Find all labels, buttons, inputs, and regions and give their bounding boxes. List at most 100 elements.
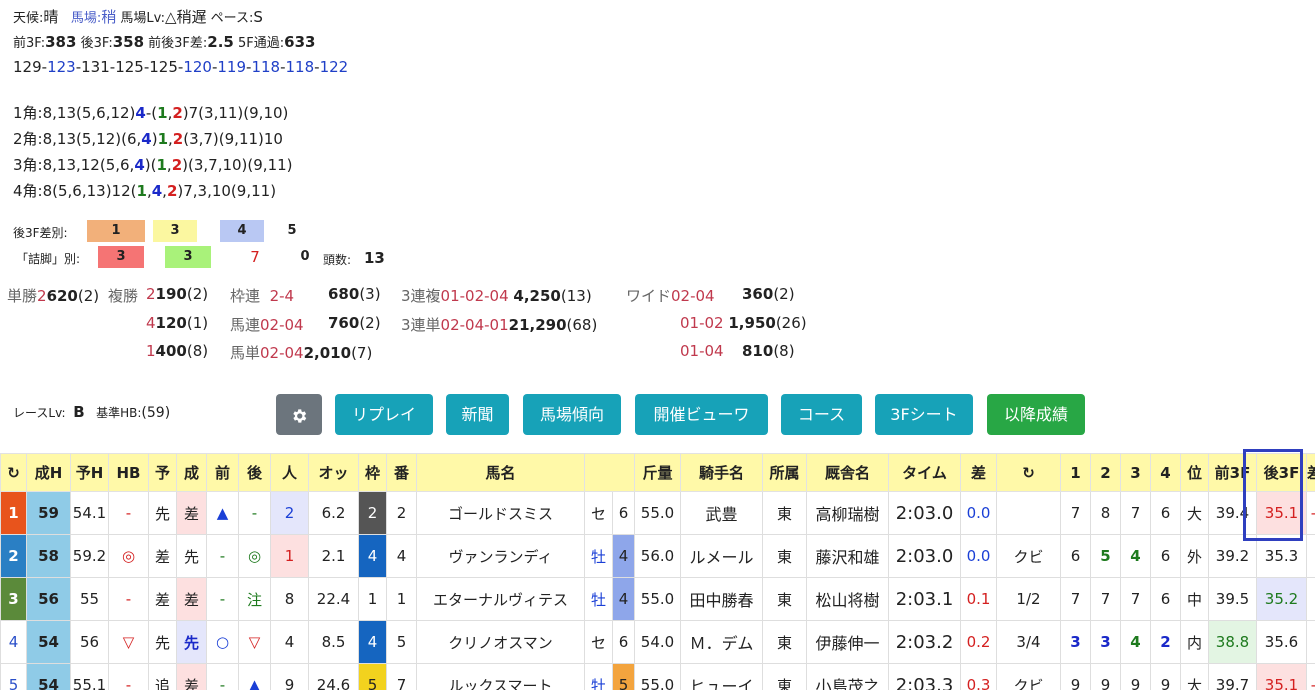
ato-cell: 注 [238, 577, 271, 621]
time-cell: 2:03.1 [888, 577, 961, 621]
diff-cell: 0.0 [960, 491, 997, 535]
refresh-icon[interactable]: ↻ [996, 453, 1061, 492]
col-sei[interactable]: 成 [176, 453, 207, 492]
ato-cell: ▽ [238, 620, 271, 664]
sex-cell: セ [584, 491, 613, 535]
ban-cell: 4 [386, 534, 417, 578]
corner2-cell: 8 [1090, 491, 1121, 535]
col-mae[interactable]: 前 [206, 453, 239, 492]
refresh-icon[interactable]: ↻ [0, 453, 27, 492]
kinryo-cell: 54.0 [634, 620, 681, 664]
col-waku[interactable]: 枠 [358, 453, 387, 492]
hb-value: (59) [141, 405, 171, 421]
l3-cell: 35.2 [1256, 577, 1307, 621]
fukusho-label: 複勝 [108, 287, 139, 305]
col-kinryo[interactable]: 斤量 [634, 453, 681, 492]
time-cell: 2:03.0 [888, 534, 961, 578]
odds-cell: 22.4 [308, 577, 359, 621]
table-row[interactable]: 3 56 55- 差差 - 注 8 22.4 1 1 エターナルヴィテス牡 4 55.0 田中勝春東松山将… [0, 577, 1315, 621]
col-jockey[interactable]: 騎手名 [680, 453, 763, 492]
corner-seg: (3,7)(9,11)10 [183, 130, 283, 148]
col-corner-4[interactable]: 4 [1150, 453, 1181, 492]
lap-time: 123 [47, 58, 76, 76]
table-row[interactable]: 2 58 59.2 ◎ 差先 - ◎ 1 2.1 4 4 ヴァンランディ牡 4 56.0 ルメール東藤沢和雄… [0, 534, 1315, 578]
col-hb[interactable]: HB [108, 453, 149, 492]
col-extra[interactable]: 差 [1306, 453, 1315, 492]
corner-seg: )(3,7,10)(9,11) [182, 156, 293, 174]
f3-cell: 38.8 [1208, 620, 1257, 664]
tsume-label: 「詰脚」別: [16, 252, 81, 266]
corner2-cell: 7 [1090, 577, 1121, 621]
yoh-cell: 55.1 [70, 663, 109, 690]
waku-cell: 5 [358, 663, 387, 690]
sex-cell: セ [584, 620, 613, 664]
meeting-viewer-button[interactable]: 開催ビューワ [635, 394, 768, 435]
tsume-1: 3 [98, 246, 144, 268]
ato-cell: ▲ [238, 663, 271, 690]
course-button[interactable]: コース [781, 394, 862, 435]
col-diff[interactable]: 差 [960, 453, 997, 492]
mae-cell: - [206, 663, 239, 690]
kinryo-cell: 55.0 [634, 663, 681, 690]
col-position[interactable]: 位 [1180, 453, 1209, 492]
corner-seg: 3角:8,13,12(5,6, [13, 156, 135, 174]
corner1-cell: 3 [1060, 620, 1091, 664]
newspaper-button[interactable]: 新聞 [446, 394, 509, 435]
col-corner-3[interactable]: 3 [1120, 453, 1151, 492]
track-trend-button[interactable]: 馬場傾向 [523, 394, 621, 435]
wide-2: 01-02 1,950(26) [680, 314, 807, 332]
tracklv-value: △稍遅 [164, 8, 207, 26]
odds-cell: 2.1 [308, 534, 359, 578]
col-time[interactable]: タイム [888, 453, 961, 492]
col-ninki[interactable]: 人 [270, 453, 309, 492]
diff-cell: 0.0 [960, 534, 997, 578]
col-affiliation[interactable]: 所属 [762, 453, 807, 492]
lap-time: 118 [285, 58, 315, 76]
col-yo[interactable]: 予 [148, 453, 177, 492]
col-seih[interactable]: 成H [26, 453, 71, 492]
rank-cell: 1 [0, 491, 27, 535]
col-horse-name[interactable]: 馬名 [416, 453, 585, 492]
table-row[interactable]: 4 54 56 ▽ 先先 ○ ▽ 4 8.5 4 5 クリノオスマンセ 6 54.0 Ｍ．デム東伊藤伸一 2:… [0, 620, 1315, 664]
3f-sheet-button[interactable]: 3Fシート [875, 394, 973, 435]
time-cell: 2:03.2 [888, 620, 961, 664]
corner-seg: 4 [135, 104, 146, 122]
corner-seg: )7(3,11)(9,10) [182, 104, 289, 122]
col-corner-2[interactable]: 2 [1090, 453, 1121, 492]
settings-button[interactable] [276, 394, 322, 435]
age-cell: 4 [612, 577, 635, 621]
l3rank-3: 4 [220, 220, 264, 242]
margin-cell: 3/4 [996, 620, 1061, 664]
rank-cell: 5 [0, 663, 27, 690]
weather-value: 晴 [43, 8, 59, 26]
col-yoh[interactable]: 予H [70, 453, 109, 492]
stable-cell: 高柳瑞樹 [806, 491, 889, 535]
affiliation-cell: 東 [762, 534, 807, 578]
extra-cell: - [1306, 491, 1315, 535]
sei-cell: 差 [176, 491, 207, 535]
yo-cell: 追 [148, 663, 177, 690]
col-ato[interactable]: 後 [238, 453, 271, 492]
table-row[interactable]: 5 54 55.1- 追差 - ▲ 9 24.6 5 7 ルックスマート牡 5 55.0 ヒューイ東小島茂… [0, 663, 1315, 690]
replay-button[interactable]: リプレイ [335, 394, 433, 435]
rank-cell: 4 [0, 620, 27, 664]
lap-time: 125 [115, 58, 144, 76]
corner1-cell: 6 [1060, 534, 1091, 578]
col-corner-1[interactable]: 1 [1060, 453, 1091, 492]
col-odds[interactable]: オッ [308, 453, 359, 492]
ato-cell: - [238, 491, 271, 535]
stable-cell: 藤沢和雄 [806, 534, 889, 578]
col-stable[interactable]: 厩舎名 [806, 453, 889, 492]
yo-cell: 先 [148, 491, 177, 535]
odds-cell: 8.5 [308, 620, 359, 664]
corner4-cell: 2 [1150, 620, 1181, 664]
later-results-button[interactable]: 以降成績 [987, 394, 1085, 435]
corner-seg: 1 [157, 104, 168, 122]
horse-name-cell: エターナルヴィテス [416, 577, 585, 621]
l3rank-label: 後3F差別: [13, 226, 68, 240]
yoh-cell: 54.1 [70, 491, 109, 535]
wide-3-amount: 810(8) [742, 342, 795, 360]
stable-cell: 伊藤伸一 [806, 620, 889, 664]
table-row[interactable]: 1 59 54.1- 先差 ▲ -2 6.2 2 2 ゴールドスミスセ 6 55.0 武豊東高柳瑞樹 2:… [0, 491, 1315, 535]
col-ban[interactable]: 番 [386, 453, 417, 492]
